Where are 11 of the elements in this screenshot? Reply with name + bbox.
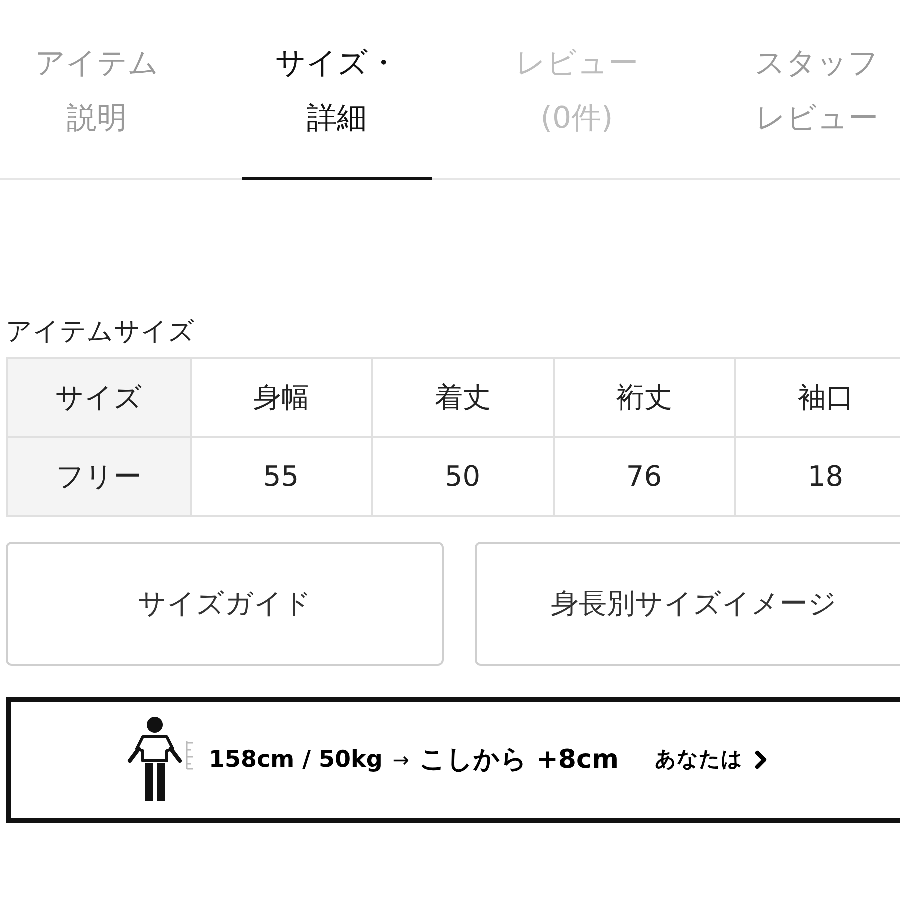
body-measurements: 158cm / 50kg	[209, 746, 383, 775]
size-button[interactable]: サイズガイド	[6, 542, 444, 666]
section-title: アイテムサイズ	[6, 316, 196, 349]
you-link[interactable]: あなたは	[655, 744, 743, 776]
table-cell: フリー	[8, 438, 190, 515]
column-header: サイズ	[8, 359, 190, 436]
fit-suggestion: こしから +8cm	[420, 744, 619, 776]
arrow-text: →	[392, 747, 410, 774]
size-button[interactable]: 身長別サイズイメージ	[475, 542, 900, 666]
tab[interactable]: サイズ・ 詳細	[217, 36, 457, 178]
size-recommendation-banner[interactable]: 158cm / 50kg → こしから +8cm あなたは	[6, 697, 900, 823]
